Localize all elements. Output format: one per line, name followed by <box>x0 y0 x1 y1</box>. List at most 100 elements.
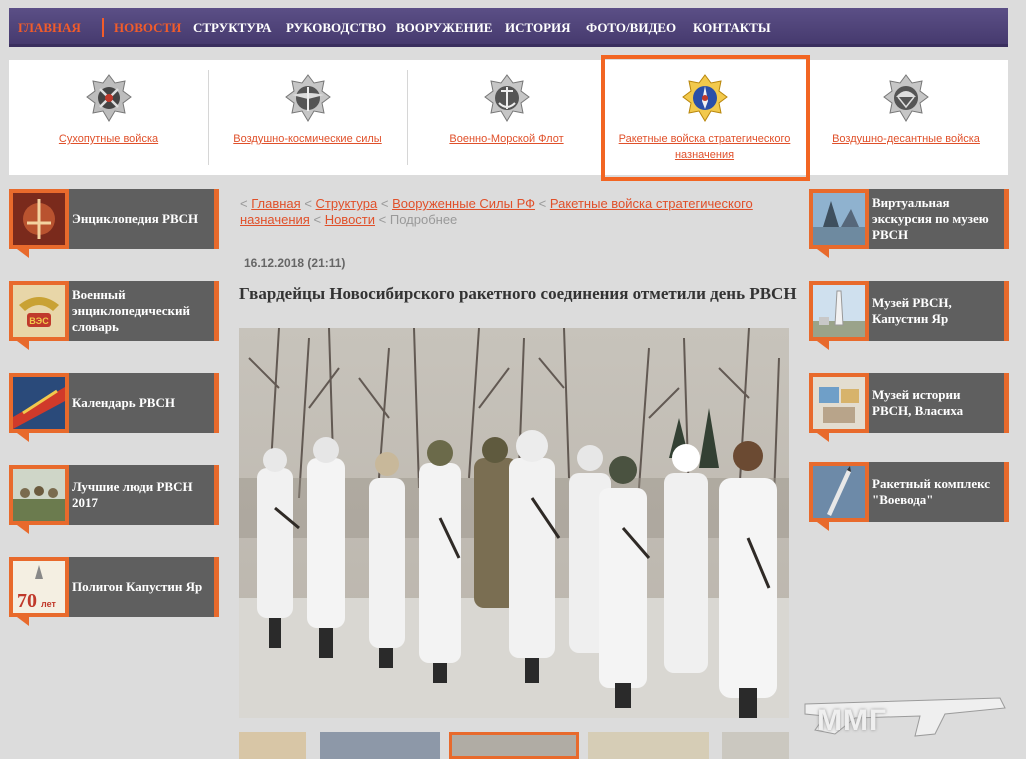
nav-structure[interactable]: СТРУКТУРА <box>193 20 272 36</box>
breadcrumb-separator: < <box>313 212 322 227</box>
thumbnail <box>809 281 869 341</box>
notch <box>17 525 29 534</box>
breadcrumb-separator: < <box>304 196 312 211</box>
branch-label: Воздушно-десантные войска <box>832 133 980 145</box>
sidebar-item-military-dictionary[interactable]: ВЭС Военный энциклопедический словарь <box>9 281 219 350</box>
sidebar-item-rvsn-encyclopedia[interactable]: Энциклопедия РВСН <box>9 189 219 258</box>
branch-label: Сухопутные войска <box>58 133 159 145</box>
sidebar-item-label: Музей РВСН, Капустин Яр <box>872 295 952 326</box>
voevoda-thumbnail-image <box>813 466 865 518</box>
thumbnail: 70 лет <box>9 557 69 617</box>
breadcrumb-separator: < <box>380 196 389 211</box>
accent-stripe <box>214 189 219 249</box>
notch <box>817 433 829 442</box>
gallery-thumbnail[interactable] <box>722 732 789 759</box>
branch-navy[interactable]: Военно-Морской Флот <box>408 60 605 175</box>
notch <box>817 249 829 258</box>
accent-stripe <box>214 373 219 433</box>
accent-stripe <box>1004 462 1009 522</box>
watermark-text: ММГ <box>817 704 887 737</box>
mmg-watermark: ММГ <box>795 684 1020 756</box>
notch <box>17 617 29 626</box>
branch-ground-forces[interactable]: Сухопутные войска <box>9 60 208 175</box>
accent-stripe <box>1004 373 1009 433</box>
thumbnail <box>9 373 69 433</box>
breadcrumb-structure[interactable]: Структура <box>316 196 378 211</box>
branch-strategic-missile-forces[interactable]: Ракетные войска стратегического назначен… <box>605 60 804 175</box>
thumbnail: ВЭС <box>9 281 69 341</box>
breadcrumb-home[interactable]: Главная <box>251 196 300 211</box>
svg-text:ВЭС: ВЭС <box>29 316 49 326</box>
notch <box>17 341 29 350</box>
svg-text:70: 70 <box>17 590 37 612</box>
breadcrumb-separator: < <box>538 196 547 211</box>
accent-stripe <box>214 465 219 525</box>
sidebar-item-voevoda-complex[interactable]: Ракетный комплекс "Воевода" <box>809 462 1009 531</box>
nav-home[interactable]: ГЛАВНАЯ <box>18 20 81 36</box>
virtual-tour-thumbnail-image <box>813 193 865 245</box>
article-title: Гвардейцы Новосибирского ракетного соеди… <box>239 284 797 303</box>
sidebar-item-label: Ракетный комплекс "Воевода" <box>872 476 991 507</box>
sidebar-item-museum-kapustin-yar[interactable]: Музей РВСН, Капустин Яр <box>809 281 1009 350</box>
gallery-thumbnail-active[interactable] <box>449 732 579 759</box>
navy-emblem-icon <box>483 74 530 122</box>
breadcrumb-news[interactable]: Новости <box>325 212 375 227</box>
strategic-missile-forces-emblem-icon <box>681 74 728 122</box>
museum-kapustin-yar-thumbnail-image <box>813 285 865 337</box>
sidebar-item-label: Виртуальная экскурсия по музею РВСН <box>872 195 989 242</box>
branch-label: Военно-Морской Флот <box>449 133 564 145</box>
notch <box>17 433 29 442</box>
thumbnail <box>9 189 69 249</box>
breadcrumb-armed-forces[interactable]: Вооруженные Силы РФ <box>392 196 535 211</box>
gallery-thumbnail[interactable] <box>588 732 709 759</box>
dictionary-thumbnail-image: ВЭС <box>13 285 65 337</box>
gallery-thumbnail[interactable] <box>320 732 440 759</box>
top-navigation: ГЛАВНАЯ НОВОСТИ СТРУКТУРА РУКОВОДСТВО ВО… <box>9 8 1008 47</box>
nav-divider <box>102 18 104 37</box>
nav-news[interactable]: НОВОСТИ <box>114 20 181 36</box>
nav-photo-video[interactable]: ФОТО/ВИДЕО <box>586 20 676 36</box>
airborne-forces-emblem-icon <box>883 74 929 122</box>
kapustin-yar-thumbnail-image: 70 лет <box>13 561 65 613</box>
accent-stripe <box>214 557 219 617</box>
sidebar-item-museum-vlasikha[interactable]: Музей истории РВСН, Власиха <box>809 373 1009 442</box>
breadcrumb: < Главная < Структура < Вооруженные Силы… <box>240 196 790 228</box>
nav-contacts[interactable]: КОНТАКТЫ <box>693 20 771 36</box>
nav-leadership[interactable]: РУКОВОДСТВО <box>286 20 386 36</box>
accent-stripe <box>214 281 219 341</box>
sidebar-item-label: Энциклопедия РВСН <box>72 211 199 226</box>
sidebar-item-label: Военный энциклопедический словарь <box>72 287 191 334</box>
accent-stripe <box>1004 281 1009 341</box>
nav-history[interactable]: ИСТОРИЯ <box>505 20 571 36</box>
branch-airborne-forces[interactable]: Воздушно-десантные войска <box>804 60 1008 175</box>
best-people-thumbnail-image <box>13 469 65 521</box>
branch-aerospace-forces[interactable]: Воздушно-космические силы <box>209 60 406 175</box>
sidebar-item-rvsn-calendar[interactable]: Календарь РВСН <box>9 373 219 442</box>
sidebar-item-best-people-2017[interactable]: Лучшие люди РВСН 2017 <box>9 465 219 534</box>
notch <box>817 522 829 531</box>
branch-label: Воздушно-космические силы <box>233 133 382 145</box>
thumbnail <box>809 189 869 249</box>
nav-armament[interactable]: ВООРУЖЕНИЕ <box>396 20 492 36</box>
thumbnail <box>9 465 69 525</box>
thumbnail <box>809 373 869 433</box>
sidebar-item-virtual-tour[interactable]: Виртуальная экскурсия по музею РВСН <box>809 189 1009 258</box>
article-main-photo[interactable] <box>239 328 789 718</box>
sidebar-item-label: Полигон Капустин Яр <box>72 579 203 594</box>
breadcrumb-current: Подробнее <box>389 212 458 227</box>
accent-stripe <box>1004 189 1009 249</box>
thumbnail <box>809 462 869 522</box>
article-date: 16.12.2018 (21:11) <box>244 256 346 270</box>
notch <box>817 341 829 350</box>
soldiers-in-winter-camouflage-image <box>239 328 789 718</box>
sidebar-item-label: Календарь РВСН <box>72 395 175 410</box>
branches-strip: Сухопутные войска Воздушно-космические с… <box>9 60 1008 175</box>
museum-vlasikha-thumbnail-image <box>813 377 865 429</box>
encyclopedia-thumbnail-image <box>13 193 65 245</box>
ground-forces-emblem-icon <box>85 74 132 122</box>
breadcrumb-separator: < <box>378 212 387 227</box>
calendar-thumbnail-image <box>13 377 65 429</box>
sidebar-item-kapustin-yar-range[interactable]: 70 лет Полигон Капустин Яр <box>9 557 219 626</box>
gallery-thumbnail[interactable] <box>239 732 306 759</box>
svg-text:лет: лет <box>41 599 56 609</box>
